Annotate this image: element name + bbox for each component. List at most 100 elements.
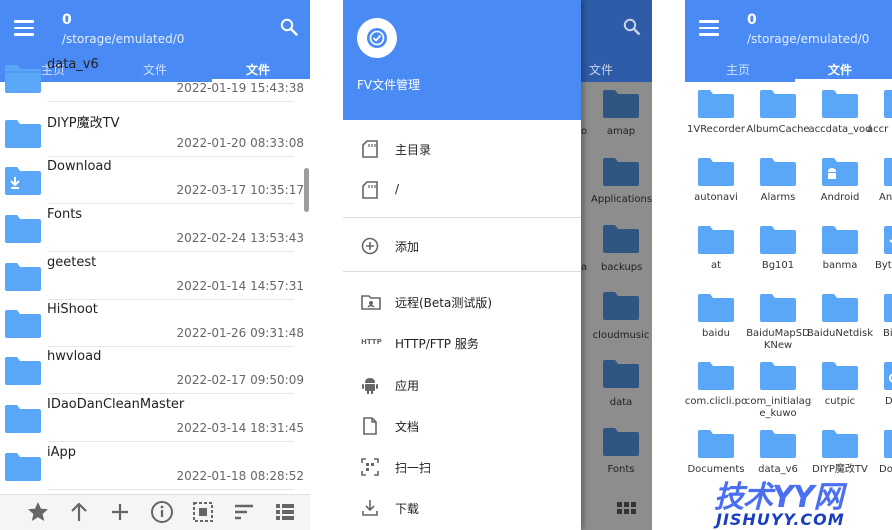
grid-item[interactable]: accr [867,88,892,154]
drawer-item-download[interactable]: 下载 [343,490,581,526]
drawer-item-label: 添加 [395,240,420,254]
remote-folder-icon [361,295,381,310]
grid-item[interactable]: at [685,224,747,290]
grid-item[interactable]: Android [809,156,871,222]
sort-icon[interactable] [232,500,256,524]
folder-icon [822,430,858,458]
drawer-item-http-ftp[interactable]: HTTP HTTP/FTP 服务 [343,325,581,361]
grid-item[interactable]: com.clicli.po [685,360,747,426]
plus-icon[interactable] [108,500,132,524]
folder-label: Bg101 [761,260,795,271]
drawer-item-apps[interactable]: 应用 [343,367,581,403]
list-item[interactable]: geetest 2022-01-14 14:57:31 [0,252,304,300]
list-item[interactable]: iApp 2022-01-18 08:28:52 [0,442,304,490]
search-icon[interactable] [280,18,298,36]
navigation-drawer: FV文件管理 主目录 / 添加 远程(Beta测试版) HTTP HTTP/FT… [343,0,581,530]
select-icon[interactable] [191,500,215,524]
camera-folder-icon [884,362,892,390]
grid-item[interactable]: banma [809,224,871,290]
star-icon[interactable] [26,500,50,524]
navigation-drawer-screen: 文件 o amap Applications a backups cloudmu… [343,0,652,530]
up-arrow-icon[interactable] [67,500,91,524]
folder-icon [884,294,892,322]
grid-item[interactable]: An [871,156,892,222]
grid-item[interactable]: Byte [871,224,892,290]
drawer-item-add[interactable]: 添加 [343,228,581,264]
folder-icon [760,226,796,254]
folder-icon [884,430,892,458]
tab-home[interactable]: 主页 [723,61,753,78]
folder-label: D [885,396,892,407]
folder-label: com.clicli.po [685,396,748,407]
list-item[interactable]: Download 2022-03-17 10:35:17 [0,156,304,204]
drawer-item-remote[interactable]: 远程(Beta测试版) [343,284,581,320]
folder-icon [603,90,639,118]
grid-item[interactable]: 1VRecorder [685,88,747,154]
list-item[interactable]: data_v6 2022-01-19 15:43:38 [0,54,304,102]
drawer-item-scan[interactable]: 扫一扫 [343,449,581,485]
file-date: 2022-01-14 14:57:31 [176,279,304,293]
file-date: 2022-01-26 09:31:48 [176,326,304,340]
folder-icon [760,362,796,390]
grid-item[interactable]: Alarms [747,156,809,222]
folder-label: accr [867,124,889,135]
folder-label: Byte [875,260,892,271]
view-grid-icon [617,502,636,514]
drawer-item-documents[interactable]: 文档 [343,408,581,444]
grid-item[interactable]: Bi [871,292,892,358]
view-list-icon[interactable] [273,500,297,524]
folder-label: accdata_vod [808,124,872,135]
folder-label: 1VRecorder [686,124,746,135]
folder-label: cloudmusic [592,330,650,341]
grid-item[interactable]: cutpic [809,360,871,426]
folder-label: Alarms [760,192,796,203]
folder-icon [603,158,639,186]
info-icon[interactable] [150,500,174,524]
file-name: geetest [47,255,97,270]
file-list-screen: 0 /storage/emulated/0 主页 文件 文件 data_v6 2… [0,0,310,530]
grid-item[interactable]: BaiduNetdisk [807,292,873,358]
grid-item[interactable]: autonavi [685,156,747,222]
folder-icon [5,310,41,338]
grid-item[interactable]: Bg101 [747,224,809,290]
divider [343,271,581,272]
list-item[interactable]: DIYP魔改TV 2022-01-20 08:33:08 [0,109,304,157]
menu-icon[interactable] [699,20,719,36]
menu-icon[interactable] [14,20,34,36]
folder-icon [698,362,734,390]
scrollbar-thumb[interactable] [304,168,309,212]
grid-item[interactable]: D [871,360,892,426]
watermark-url: JISHUYY.COM [716,510,845,529]
folder-icon [5,65,41,93]
folder-icon [603,360,639,388]
folder-icon [5,453,41,481]
drawer-item-label: 扫一扫 [395,461,432,475]
list-item[interactable]: IDaoDanCleanMaster 2022-03-14 18:31:45 [0,394,304,442]
list-item[interactable]: Fonts 2022-02-24 13:53:43 [0,204,304,252]
item-count: 0 [62,12,72,28]
sdcard-icon [362,181,378,199]
http-icon: HTTP [361,338,382,346]
list-item[interactable]: HiShoot 2022-01-26 09:31:48 [0,299,304,347]
drawer-item-root[interactable]: / [343,172,581,208]
folder-icon [822,226,858,254]
drawer-item-home[interactable]: 主目录 [343,131,581,167]
folder-label: An [879,192,892,203]
grid-item[interactable]: accdata_vod [808,88,872,154]
folder-icon [698,90,734,118]
add-circle-icon [361,237,379,255]
file-date: 2022-02-17 09:50:09 [176,373,304,387]
grid-item[interactable]: baidu [685,292,747,358]
current-path: /storage/emulated/0 [747,32,870,46]
folder-icon [5,120,41,148]
file-name: data_v6 [47,57,99,72]
grid-item[interactable]: AlbumCache [746,88,810,154]
divider [47,489,294,490]
file-name: hwvload [47,349,102,364]
search-icon [623,18,641,36]
grid-item[interactable]: BaiduMapSDKNew [746,292,810,358]
tab-files-active[interactable]: 文件 [825,61,855,78]
grid-item[interactable]: com_initialage_kuwo [745,360,811,426]
folder-icon [5,405,41,433]
list-item[interactable]: hwvload 2022-02-17 09:50:09 [0,346,304,394]
